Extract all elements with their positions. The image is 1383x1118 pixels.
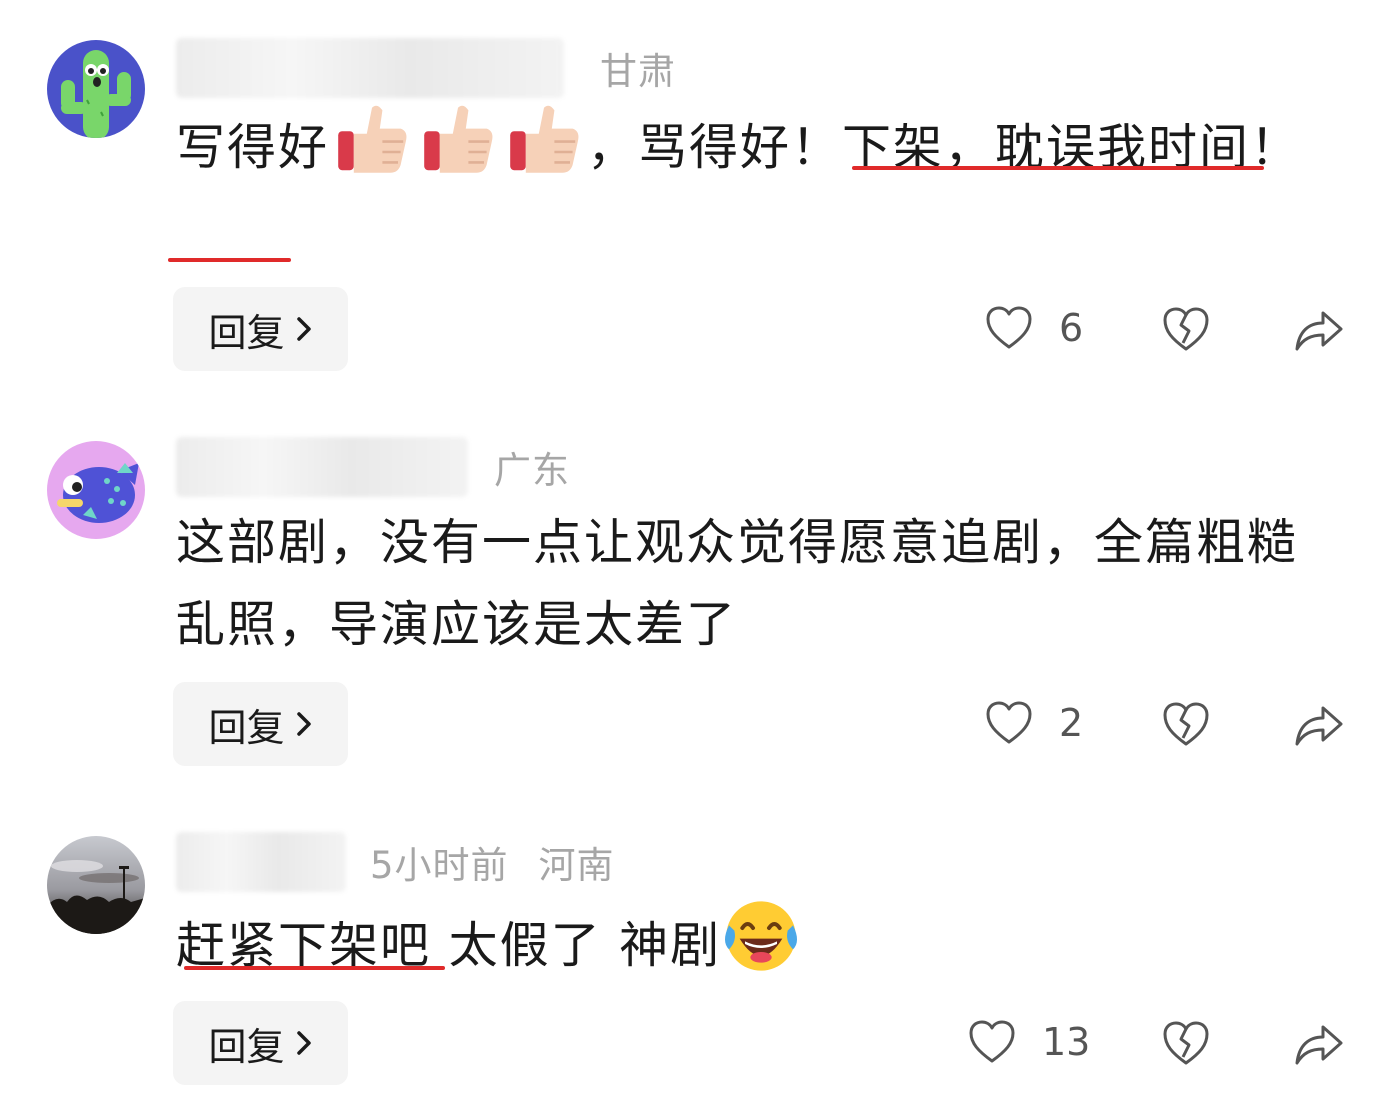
share-arrow-icon [1295,706,1343,746]
dislike-button[interactable] [1161,700,1211,748]
fish-avatar-icon [47,441,145,539]
heart-outline-icon [969,1020,1015,1063]
comment-meta: 5小时前 河南 [176,832,615,892]
chevron-right-icon [295,1029,313,1057]
reply-button[interactable]: 回复 [173,1001,348,1085]
highlight-underline [184,966,445,970]
share-button[interactable] [1293,700,1345,748]
like-count: 2 [1059,701,1084,745]
tears-of-joy-emoji-icon [725,901,798,971]
chevron-right-icon [295,710,313,738]
broken-heart-icon [1163,702,1209,746]
thumbs-up-emoji-icon [338,105,407,173]
comment-meta: 甘肃 [176,38,676,98]
comment-text: 赶紧下架吧 太假了 神剧 [176,896,1316,987]
time-label: 5小时前 [370,844,509,887]
username-blurred[interactable] [176,832,346,892]
broken-heart-icon [1163,1021,1209,1065]
avatar[interactable] [47,441,145,539]
thumbs-up-emoji-icon [424,105,493,173]
like-count: 6 [1059,306,1084,350]
cactus-avatar-icon [47,40,145,138]
like-count: 13 [1042,1020,1091,1064]
dislike-button[interactable] [1161,1019,1211,1067]
broken-heart-icon [1163,307,1209,351]
location-label: 河南 [538,844,615,887]
avatar[interactable] [47,836,145,934]
location-label: 甘肃 [600,50,676,93]
dislike-button[interactable] [1161,305,1211,353]
username-blurred[interactable] [176,38,564,98]
username-blurred[interactable] [176,437,468,497]
share-button[interactable] [1293,305,1345,353]
comment-text: 写得好 ，骂得好！下架，耽误我时间！ [176,100,1316,189]
highlight-underline [168,258,291,262]
reply-button[interactable]: 回复 [173,682,348,766]
avatar[interactable] [47,40,145,138]
comment-meta: 广东 [176,437,570,497]
like-button[interactable]: 13 [968,1019,1090,1065]
heart-outline-icon [986,306,1032,349]
share-arrow-icon [1295,311,1343,351]
chevron-right-icon [295,315,313,343]
share-arrow-icon [1295,1025,1343,1065]
share-button[interactable] [1293,1019,1345,1067]
highlight-underline [852,166,1264,170]
like-button[interactable]: 6 [985,305,1083,351]
like-button[interactable]: 2 [985,700,1083,746]
dusk-landscape-avatar-icon [47,836,145,934]
heart-outline-icon [986,701,1032,744]
thumbs-up-emoji-icon [510,105,579,173]
comment-text: 这部剧，没有一点让观众觉得愿意追剧，全篇粗糙乱照，导演应该是太差了 [176,514,1299,653]
location-label: 广东 [494,449,570,492]
reply-button[interactable]: 回复 [173,287,348,371]
